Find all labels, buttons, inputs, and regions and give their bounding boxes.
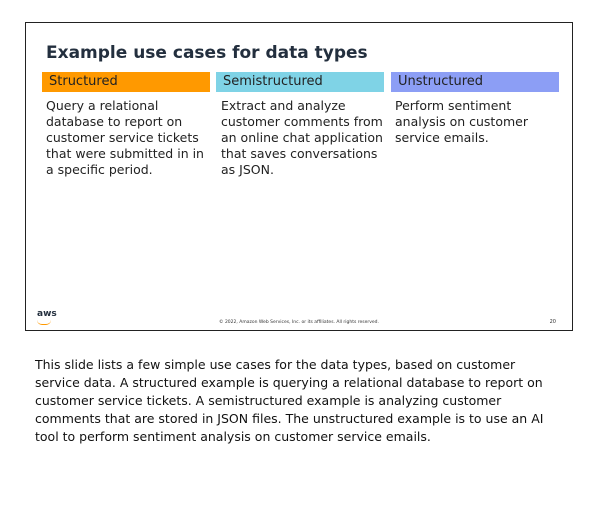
- unstructured-example: Perform sentiment analysis on customer s…: [395, 98, 528, 145]
- slide: Example use cases for data types Structu…: [25, 22, 573, 331]
- page-number: 20: [549, 319, 556, 325]
- semistructured-example: Extract and analyze customer comments fr…: [221, 98, 383, 177]
- structured-header: Structured: [42, 72, 210, 92]
- unstructured-header: Unstructured: [391, 72, 559, 92]
- slide-title: Example use cases for data types: [46, 43, 368, 63]
- copyright-text: © 2022, Amazon Web Services, Inc. or its…: [219, 320, 379, 325]
- structured-example: Query a relational database to report on…: [46, 98, 204, 177]
- semistructured-header: Semistructured: [216, 72, 384, 92]
- speaker-notes: This slide lists a few simple use cases …: [35, 357, 544, 444]
- aws-logo: aws: [37, 309, 57, 319]
